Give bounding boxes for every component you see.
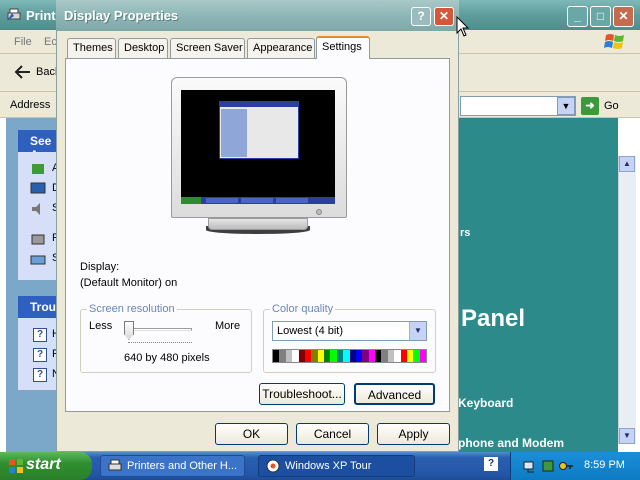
more-label: More <box>215 320 241 332</box>
power-led <box>316 209 322 215</box>
scroll-down-icon[interactable]: ▼ <box>619 428 635 444</box>
clock[interactable]: 8:59 PM <box>584 459 625 471</box>
menu-file[interactable]: File <box>14 36 32 48</box>
preview-start-button <box>181 197 201 204</box>
advanced-button[interactable]: Advanced <box>354 383 435 405</box>
minimize-icon[interactable]: _ <box>567 6 588 27</box>
content-link-keyboard[interactable]: Keyboard <box>458 396 513 410</box>
cancel-button[interactable]: Cancel <box>296 423 369 445</box>
scanner-icon[interactable] <box>30 252 46 266</box>
go-arrow-icon[interactable]: ➜ <box>581 97 599 115</box>
mouse-cursor-icon <box>456 16 470 37</box>
help-icon[interactable]: ? <box>484 457 498 471</box>
color-quality-select[interactable]: Lowest (4 bit) <box>272 321 427 341</box>
phone-icon[interactable] <box>30 232 46 246</box>
display-label: Display: <box>80 261 120 273</box>
resolution-value: 640 by 480 pixels <box>124 352 210 364</box>
color-quality-value: Lowest (4 bit) <box>277 325 344 337</box>
slider-ticks <box>128 342 192 346</box>
windows-logo-icon <box>604 34 624 49</box>
address-label: Address <box>10 99 51 111</box>
color-swatch <box>419 350 426 362</box>
go-button-label[interactable]: Go <box>604 100 619 112</box>
apply-button[interactable]: Apply <box>377 423 450 445</box>
color-quality-legend: Color quality <box>270 303 336 315</box>
content-heading: Panel <box>461 305 526 332</box>
display-value: (Default Monitor) on <box>80 277 178 289</box>
color-quality-group <box>263 309 436 373</box>
content-text: rs <box>460 227 471 239</box>
tab-screen-saver[interactable]: Screen Saver <box>170 38 245 58</box>
resolution-slider-track[interactable] <box>126 328 192 331</box>
dialog-title: Display Properties <box>64 8 179 23</box>
less-label: Less <box>89 320 113 332</box>
tab-appearance[interactable]: Appearance <box>247 38 315 58</box>
add-hardware-icon[interactable] <box>30 162 46 176</box>
back-arrow-icon[interactable] <box>14 64 32 80</box>
chevron-down-icon[interactable]: ▼ <box>557 97 575 115</box>
printer-icon <box>7 8 21 21</box>
chevron-down-icon[interactable]: ▼ <box>409 322 426 340</box>
color-palette-preview <box>272 349 427 363</box>
preview-window-pane <box>221 109 247 157</box>
tab-themes[interactable]: Themes <box>67 38 116 58</box>
close-icon[interactable]: ✕ <box>434 7 454 26</box>
help-icon[interactable]: ? <box>33 368 47 382</box>
help-icon[interactable]: ? <box>411 7 431 26</box>
ok-button[interactable]: OK <box>215 423 288 445</box>
preview-task <box>206 198 238 203</box>
help-icon[interactable]: ? <box>33 328 47 342</box>
help-icon[interactable]: ? <box>33 348 47 362</box>
tour-icon <box>266 459 280 473</box>
monitor-base <box>208 218 308 230</box>
windows-logo-icon <box>9 459 23 473</box>
troubleshoot-button[interactable]: Troubleshoot... <box>259 383 345 405</box>
tab-settings[interactable]: Settings <box>316 36 370 59</box>
network-icon[interactable] <box>522 458 538 474</box>
troubleshooters-header[interactable]: Trou <box>18 296 58 318</box>
close-icon[interactable]: ✕ <box>613 6 634 27</box>
scroll-up-icon[interactable]: ▲ <box>619 156 635 172</box>
screen-resolution-legend: Screen resolution <box>87 303 177 315</box>
printer-icon <box>108 459 122 471</box>
content-link-phone[interactable]: phone and Modem <box>458 436 564 450</box>
menu-edit[interactable]: Ec <box>44 36 57 48</box>
scrollbar[interactable] <box>618 156 636 444</box>
speaker-icon[interactable] <box>30 202 46 216</box>
tab-desktop[interactable]: Desktop <box>118 38 168 58</box>
task-xp-tour[interactable]: Windows XP Tour <box>258 455 415 477</box>
key-icon[interactable] <box>558 458 574 474</box>
hardware-icon[interactable] <box>540 458 556 474</box>
preview-task <box>241 198 273 203</box>
maximize-icon[interactable]: □ <box>590 6 611 27</box>
see-also-header[interactable]: See A <box>18 130 58 162</box>
display-icon[interactable] <box>30 182 46 196</box>
preview-window-titlebar <box>219 101 299 107</box>
preview-task <box>276 198 308 203</box>
